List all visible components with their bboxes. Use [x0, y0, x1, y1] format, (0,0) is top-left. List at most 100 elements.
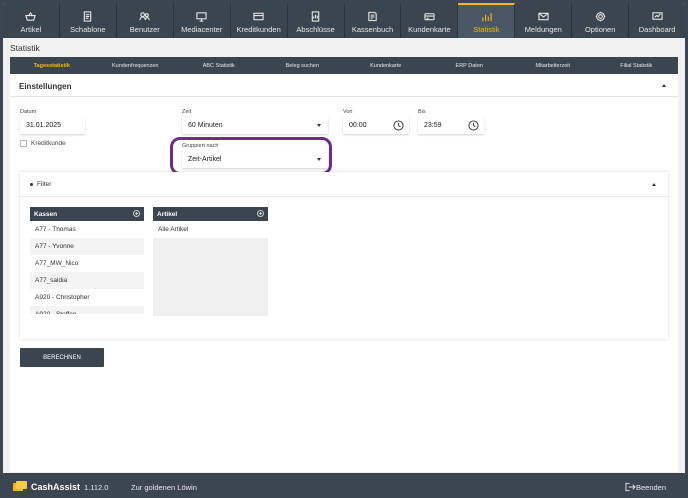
artikel-list-body[interactable]: Alle Artikel	[153, 221, 268, 316]
datum-label: Datum	[20, 109, 37, 115]
subtab-tagesstatistik[interactable]: Tagesstatistik	[10, 57, 94, 74]
add-icon[interactable]	[257, 210, 264, 217]
zeit-select[interactable]: 60 Minuten	[182, 117, 328, 134]
zeit-value: 60 Minuten	[188, 122, 223, 129]
logout-icon[interactable]	[625, 482, 636, 492]
users-icon	[138, 10, 152, 22]
collapse-icon[interactable]	[662, 84, 666, 87]
chevron-down-icon	[317, 124, 321, 127]
settings-title: Einstellungen	[19, 82, 72, 91]
nav-statistik[interactable]: Statistik	[458, 3, 516, 38]
footer-bar: CashAssist 1.112.0 Zur goldenen Löwin Be…	[0, 476, 688, 498]
mail-icon	[536, 10, 550, 22]
berechnen-button[interactable]: BERECHNEN	[20, 348, 104, 367]
nav-label: Abschlüsse	[296, 25, 335, 34]
bis-label: Bis	[418, 109, 426, 115]
bis-value: 23:59	[424, 122, 442, 129]
filter-panel: Filter Kassen A77 - Thomas A77 - Yvonne …	[20, 172, 668, 339]
clock-icon[interactable]	[468, 120, 479, 131]
nav-label: Artikel	[20, 25, 42, 34]
cashassist-logo-icon	[13, 481, 27, 491]
app-window: Artikel Schablone Benutzer Mediacenter K…	[3, 3, 685, 473]
list-item[interactable]: A920 - Steffen	[30, 306, 144, 314]
brand-name: CashAssist	[31, 482, 81, 492]
settings-header[interactable]: Einstellungen	[10, 74, 678, 97]
nav-artikel[interactable]: Artikel	[3, 3, 60, 38]
list-item[interactable]: A77_MW_Nico	[30, 255, 144, 272]
nav-kreditkunden[interactable]: Kreditkunden	[231, 3, 288, 38]
gear-icon	[593, 10, 607, 22]
settings-card: Einstellungen Datum 31.01.2025 Zeit 60 M…	[10, 74, 678, 472]
kassen-list: Kassen A77 - Thomas A77 - Yvonne A77_MW_…	[30, 207, 144, 314]
nav-label: Mediacenter	[181, 25, 223, 34]
nav-label: Kassenbuch	[351, 25, 394, 34]
basket-icon	[24, 10, 38, 22]
subtab-mitarbeiterzeit[interactable]: Mitarbeiterzeit	[511, 57, 595, 74]
document-icon	[81, 10, 95, 22]
customer-card-icon	[422, 10, 436, 22]
list-item[interactable]: A920 - Christopher	[30, 289, 144, 306]
shop-name: Zur goldenen Löwin	[131, 483, 197, 492]
kassen-list-body[interactable]: A77 - Thomas A77 - Yvonne A77_MW_Nico A7…	[30, 221, 144, 314]
nav-label: Dashboard	[638, 25, 676, 34]
nav-label: Statistik	[473, 25, 500, 34]
list-item[interactable]: A77_saldia	[30, 272, 144, 289]
von-label: Von	[343, 109, 353, 115]
bullet-icon	[30, 183, 33, 186]
kreditkunde-checkbox[interactable]	[20, 140, 27, 147]
book-icon	[365, 10, 379, 22]
artikel-header: Artikel	[153, 207, 268, 221]
list-item[interactable]: A77 - Yvonne	[30, 238, 144, 255]
kassen-header: Kassen	[30, 207, 144, 221]
zeit-label: Zeit	[182, 109, 192, 115]
report-icon	[309, 10, 323, 22]
bar-chart-icon	[479, 10, 493, 22]
nav-kassenbuch[interactable]: Kassenbuch	[345, 3, 402, 38]
sub-tabs: Tagesstatistik Kundenfrequenzen ABC Stat…	[10, 57, 678, 74]
nav-abschluesse[interactable]: Abschlüsse	[288, 3, 345, 38]
nav-benutzer[interactable]: Benutzer	[117, 3, 174, 38]
beenden-button[interactable]: Beenden	[636, 483, 666, 492]
nav-label: Benutzer	[129, 25, 160, 34]
subtab-erp-daten[interactable]: ERP Daten	[428, 57, 512, 74]
nav-label: Meldungen	[524, 25, 562, 34]
highlight-annotation	[170, 137, 332, 175]
artikel-list: Artikel Alle Artikel	[153, 207, 268, 316]
add-icon[interactable]	[133, 210, 140, 217]
von-value: 00:00	[349, 122, 367, 129]
kassen-header-label: Kassen	[34, 210, 58, 218]
nav-dashboard[interactable]: Dashboard	[629, 3, 685, 38]
datum-input[interactable]: 31.01.2025	[20, 117, 85, 134]
card-icon	[252, 10, 266, 22]
von-time-input[interactable]: 00:00	[343, 117, 409, 134]
subtab-beleg-suchen[interactable]: Beleg suchen	[261, 57, 345, 74]
nav-mediacenter[interactable]: Mediacenter	[174, 3, 231, 38]
nav-kundenkarte[interactable]: Kundenkarte	[401, 3, 459, 38]
top-navigation: Artikel Schablone Benutzer Mediacenter K…	[3, 3, 685, 38]
page-title: Statistik	[10, 43, 40, 53]
kreditkunde-label: Kreditkunde	[31, 140, 66, 147]
nav-meldungen[interactable]: Meldungen	[515, 3, 573, 38]
nav-label: Kreditkunden	[236, 25, 281, 34]
filter-header[interactable]: Filter	[20, 172, 668, 197]
nav-optionen[interactable]: Optionen	[572, 3, 630, 38]
nav-label: Optionen	[584, 25, 616, 34]
collapse-icon[interactable]	[652, 183, 656, 186]
monitor-icon	[195, 10, 209, 22]
dashboard-icon	[650, 10, 664, 22]
subtab-filial-statistik[interactable]: Filial Statistik	[595, 57, 679, 74]
artikel-header-label: Artikel	[157, 210, 178, 218]
datum-value: 31.01.2025	[26, 122, 62, 129]
nav-schablone[interactable]: Schablone	[60, 3, 117, 38]
subtab-abc-statistik[interactable]: ABC Statistik	[177, 57, 261, 74]
subtab-kundenfrequenzen[interactable]: Kundenfrequenzen	[94, 57, 178, 74]
app-version: 1.112.0	[84, 483, 109, 492]
clock-icon[interactable]	[393, 120, 404, 131]
list-item[interactable]: A77 - Thomas	[30, 221, 144, 238]
list-item[interactable]: Alle Artikel	[153, 221, 268, 238]
nav-label: Kundenkarte	[408, 25, 451, 34]
bis-time-input[interactable]: 23:59	[418, 117, 484, 134]
filter-title: Filter	[37, 181, 52, 188]
subtab-kundenkarte[interactable]: Kundenkarte	[344, 57, 428, 74]
nav-label: Schablone	[70, 25, 106, 34]
